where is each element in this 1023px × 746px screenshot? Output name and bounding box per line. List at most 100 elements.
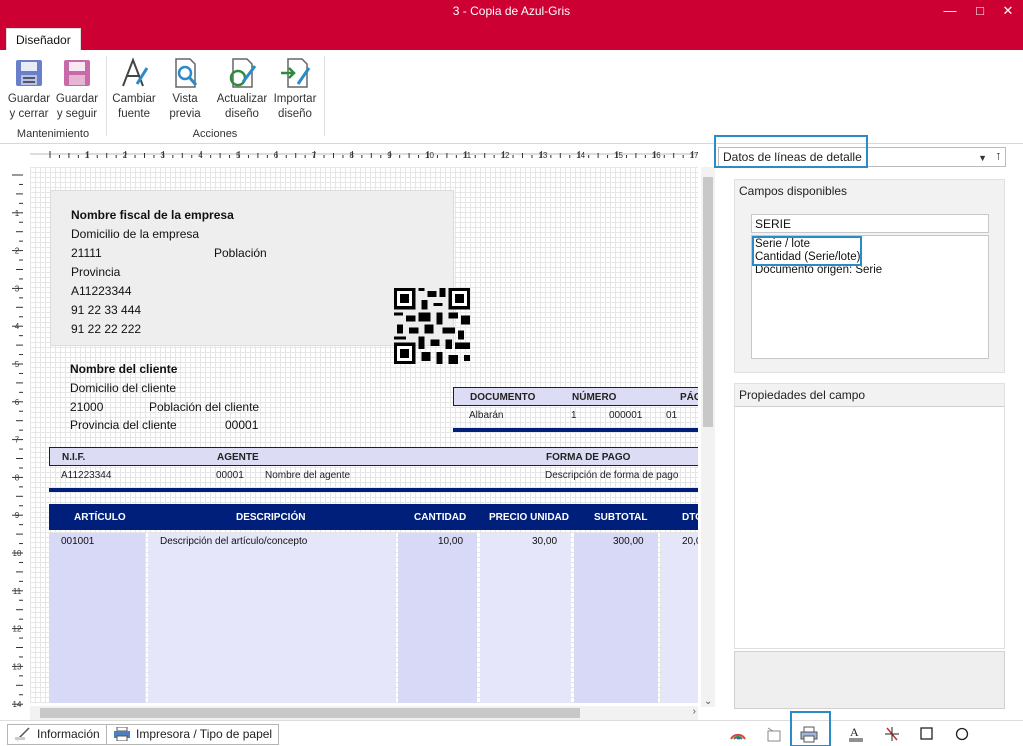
ruler-number: 7 bbox=[312, 151, 317, 160]
horizontal-scroll-thumb[interactable] bbox=[40, 708, 580, 718]
ruler-number: 3 bbox=[15, 284, 20, 293]
vertical-scroll-thumb[interactable] bbox=[703, 177, 713, 427]
client-name[interactable]: Nombre del cliente bbox=[70, 362, 177, 376]
vertical-scrollbar[interactable]: ⌄ bbox=[701, 167, 715, 707]
lines-column-quantity[interactable] bbox=[398, 533, 477, 703]
ruler-number: 9 bbox=[15, 511, 20, 520]
save-close-button[interactable]: Guardar y cerrar bbox=[6, 56, 52, 122]
doc-header-page: PÁGINA bbox=[680, 392, 698, 403]
company-zip[interactable]: 21111 bbox=[71, 246, 102, 260]
lines-column-description[interactable] bbox=[148, 533, 395, 703]
ellipse-tool-icon[interactable] bbox=[953, 725, 971, 743]
client-code[interactable]: 00001 bbox=[225, 418, 258, 432]
ruler-number: 6 bbox=[15, 398, 20, 407]
report-designer-area[interactable]: 1 2 3 4 5 6 7 8 9 10 11 12 13 14 15 16 17 1 2 3 4 5 6 7 8 9 10 11 1… bbox=[0, 145, 715, 720]
maximize-button[interactable]: □ bbox=[965, 0, 995, 24]
page-icon[interactable] bbox=[765, 725, 783, 743]
import-design-label-2: diseño bbox=[278, 108, 312, 120]
company-address[interactable]: Domicilio de la empresa bbox=[71, 227, 199, 241]
update-design-label-2: diseño bbox=[225, 108, 259, 120]
information-icon bbox=[15, 727, 30, 741]
save-close-icon bbox=[16, 60, 42, 86]
change-font-button[interactable]: Cambiar fuente bbox=[110, 56, 158, 122]
horizontal-scrollbar[interactable]: › bbox=[30, 706, 698, 720]
ruler-number: 5 bbox=[236, 151, 241, 160]
company-header-box[interactable]: Nombre fiscal de la empresa Domicilio de… bbox=[50, 190, 470, 364]
scroll-down-icon[interactable]: ⌄ bbox=[704, 696, 712, 707]
rectangle-tool-icon[interactable] bbox=[918, 725, 936, 743]
company-tax-id[interactable]: A11223344 bbox=[71, 284, 132, 298]
ribbon-tab-strip: Diseñador bbox=[0, 24, 1023, 50]
save-continue-button[interactable]: Guardar y seguir bbox=[54, 56, 100, 122]
update-design-label-1: Actualizar bbox=[216, 93, 268, 105]
tab-information[interactable]: Información bbox=[7, 724, 107, 745]
ruler-number: 14 bbox=[13, 700, 22, 707]
qr-code-icon[interactable] bbox=[394, 288, 470, 364]
lines-column-discount[interactable] bbox=[661, 533, 698, 703]
horizontal-ruler-ticks: 1 2 3 4 5 6 7 8 9 10 11 12 13 14 15 16 17 bbox=[30, 151, 698, 160]
document-table-header[interactable]: DOCUMENTO NÚMERO PÁGINA bbox=[453, 387, 698, 406]
line-quantity: 10,00 bbox=[438, 536, 464, 547]
lines-header-quantity: CANTIDAD bbox=[414, 512, 467, 523]
vertical-ruler: 1 2 3 4 5 6 7 8 9 10 11 12 13 14 bbox=[8, 167, 28, 707]
lines-header-description: DESCRIPCIÓN bbox=[236, 512, 306, 523]
agent-table-header[interactable]: N.I.F. AGENTE FORMA DE PAGO bbox=[49, 447, 698, 466]
available-fields-list[interactable]: Serie / lote Cantidad (Serie/lote) Docum… bbox=[751, 235, 989, 359]
field-properties-grid[interactable] bbox=[735, 406, 1004, 648]
lines-column-unit-price[interactable] bbox=[480, 533, 571, 703]
ruler-number: 13 bbox=[538, 151, 547, 160]
minimize-button[interactable]: — bbox=[935, 0, 965, 24]
available-fields-title: Campos disponibles bbox=[739, 184, 848, 198]
company-city[interactable]: Población bbox=[214, 246, 267, 260]
tab-information-label: Información bbox=[37, 727, 100, 741]
ruler-number: 3 bbox=[160, 151, 165, 160]
preview-label-2: previa bbox=[169, 108, 201, 120]
ruler-number: 2 bbox=[15, 247, 20, 256]
company-province[interactable]: Provincia bbox=[71, 265, 120, 279]
line-discount: 20,00 bbox=[682, 536, 698, 547]
save-close-label-2: y cerrar bbox=[9, 108, 49, 120]
vertical-ruler-ticks: 1234567891011121314 bbox=[12, 174, 23, 707]
ruler-number: 5 bbox=[15, 360, 20, 369]
company-phone-1[interactable]: 91 22 33 444 bbox=[71, 303, 141, 317]
import-design-button[interactable]: Importar diseño bbox=[270, 56, 320, 122]
ruler-number: 4 bbox=[15, 322, 20, 331]
agent-header-payment: FORMA DE PAGO bbox=[546, 452, 631, 463]
ribbon-separator bbox=[324, 56, 325, 136]
preview-button[interactable]: Vista previa bbox=[162, 56, 208, 122]
update-design-button[interactable]: Actualizar diseño bbox=[214, 56, 270, 122]
document-table-row[interactable]: Albarán 1 000001 01 bbox=[453, 406, 698, 425]
tab-printer-paper[interactable]: Impresora / Tipo de papel bbox=[106, 724, 280, 745]
ruler-number: 11 bbox=[13, 587, 22, 596]
ruler-number: 13 bbox=[13, 662, 22, 671]
close-button[interactable]: ✕ bbox=[993, 0, 1023, 24]
scroll-right-icon[interactable]: › bbox=[693, 706, 696, 717]
agent-table-row[interactable]: A11223344 00001 Nombre del agente Descri… bbox=[49, 466, 698, 485]
color-palette-icon[interactable] bbox=[729, 725, 747, 743]
client-city[interactable]: Población del cliente bbox=[149, 400, 259, 414]
client-province[interactable]: Provincia del cliente bbox=[70, 418, 177, 432]
text-tool-icon[interactable]: A bbox=[847, 725, 865, 743]
printer-icon bbox=[114, 727, 130, 741]
client-zip[interactable]: 21000 bbox=[70, 400, 103, 414]
lines-column-article[interactable] bbox=[49, 533, 145, 703]
report-canvas[interactable]: Nombre fiscal de la empresa Domicilio de… bbox=[30, 167, 698, 703]
company-phone-2[interactable]: 91 22 22 222 bbox=[71, 322, 141, 336]
company-name[interactable]: Nombre fiscal de la empresa bbox=[71, 208, 234, 222]
tab-designer[interactable]: Diseñador bbox=[6, 28, 81, 50]
pin-icon[interactable]: ⊺ bbox=[996, 149, 1001, 167]
line-tool-icon[interactable] bbox=[883, 725, 901, 743]
chevron-down-icon[interactable]: ▼ bbox=[978, 149, 987, 167]
agent-table-rule bbox=[49, 488, 698, 492]
highlight-box bbox=[790, 711, 831, 746]
change-font-label-1: Cambiar bbox=[112, 93, 156, 105]
lines-table-header[interactable]: ARTÍCULO DESCRIPCIÓN CANTIDAD PRECIO UNI… bbox=[49, 504, 698, 530]
ruler-number: 12 bbox=[501, 151, 510, 160]
lines-column-subtotal[interactable] bbox=[574, 533, 658, 703]
field-search-input[interactable] bbox=[751, 214, 989, 233]
import-design-icon bbox=[281, 58, 311, 88]
line-subtotal: 300,00 bbox=[613, 536, 644, 547]
ruler-number: 10 bbox=[425, 151, 434, 160]
ruler-number: 9 bbox=[387, 151, 392, 160]
client-address[interactable]: Domicilio del cliente bbox=[70, 381, 176, 395]
